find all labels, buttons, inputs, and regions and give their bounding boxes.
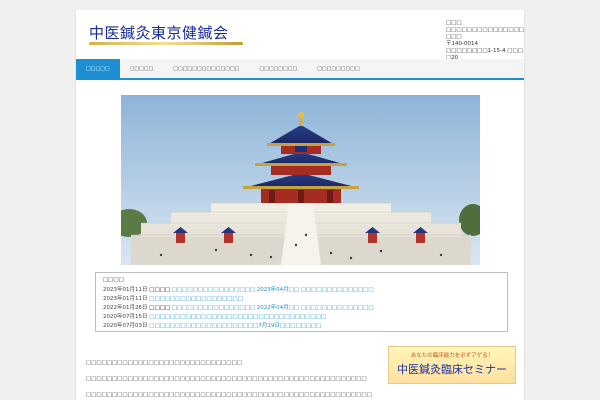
news-item: 2022年01月26日 □□□□ □□□□□□□□□□□□□□□□ 2022年0… <box>103 304 500 313</box>
main-nav: □□□□□ □□□□□ □□□□□□□□□□□□□□ □□□□□□□□ □□□□… <box>76 59 524 80</box>
news-text: □□□□ <box>149 287 171 293</box>
site-title[interactable]: 中医鍼灸東京健鍼会 <box>89 22 229 43</box>
news-item: 2020年07月15日 □□□□□□□□□□□□□□□□□□□□□□□□□□□□… <box>103 313 500 322</box>
intro-paragraph: □□□□□□□□□□□□□□□□□□□□□□□□□□□□□□ <box>86 360 242 366</box>
news-link[interactable]: □□□□□□□□□□□□□□□□□□□□□□□□□□□□□□□□□□ <box>149 314 326 320</box>
news-date: 2020年07月03日 <box>103 323 148 329</box>
nav-item-4[interactable]: □□□□□□□□ <box>249 59 307 78</box>
news-heading: □□□□ <box>103 277 124 283</box>
banner-title: 中医鍼灸臨床セミナー <box>397 363 507 376</box>
banner-tagline: あなたの臨床能力を必ずアゲる！ <box>410 353 494 359</box>
news-link[interactable]: □□□□□□□□□□□□□□ <box>301 287 374 293</box>
title-underline <box>89 42 243 45</box>
header-address: □□□ □□□□□□□□□□□□□□□□□□ 〒140-0014 □□□□□□□… <box>446 20 524 62</box>
page-container: 中医鍼灸東京健鍼会 □□□ □□□□□□□□□□□□□□□□□□ 〒140-00… <box>75 10 525 400</box>
intro-paragraph: □□□□□□□□□□□□□□□□□□□□□□□□□□□□□□□□□□□□□□□□… <box>86 376 367 382</box>
news-date: 2023年01月11日 <box>103 287 148 293</box>
news-link[interactable]: □□□□□□□□□□□□□□ <box>301 305 374 311</box>
news-date: 2023年01月11日 <box>103 296 148 302</box>
nav-item-3[interactable]: □□□□□□□□□□□□□□ <box>163 59 249 78</box>
news-link[interactable]: □□□□□□□□□□□□□□□□ 2023年04月□□ <box>172 287 299 293</box>
nav-item-home[interactable]: □□□□□ <box>76 59 120 78</box>
news-date: 2022年01月26日 <box>103 305 148 311</box>
news-item: 2023年01月11日 □□□□ □□□□□□□□□□□□□□□□ 2023年0… <box>103 286 500 295</box>
intro-text: □□□□□□□□□□□□□□□□□□□□□□□□□□□□□□ □□□□□□□□□… <box>86 360 376 400</box>
news-item: 2023年01月11日 □□□□□□□□□□□□□□□□□□ <box>103 295 500 304</box>
news-date: 2020年07月15日 <box>103 314 148 320</box>
address-line: □□□□□□□□□□□□□□□□□□ <box>446 27 524 40</box>
address-line: □□□ <box>446 20 462 26</box>
nav-item-2[interactable]: □□□□□ <box>120 59 164 78</box>
news-link[interactable]: □□□□□□□□□□□□□□□□□□ <box>149 296 243 302</box>
news-text: □□□□ <box>149 305 171 311</box>
seminar-banner[interactable]: あなたの臨床能力を必ずアゲる！ 中医鍼灸臨床セミナー <box>388 346 516 384</box>
news-link[interactable]: □□□□□□□□□□□□□□□□□□□□□7月19日□□□□□□□□ <box>149 323 321 329</box>
address-line: 〒140-0014 <box>446 41 478 47</box>
news-box: □□□□ 2023年01月11日 □□□□ □□□□□□□□□□□□□□□□ 2… <box>95 272 508 332</box>
temple-of-heaven-photo <box>121 95 480 265</box>
news-item: 2020年07月03日 □□□□□□□□□□□□□□□□□□□□□7月19日□□… <box>103 322 500 331</box>
news-link[interactable]: □□□□□□□□□□□□□□□□ 2022年04月□□ <box>172 305 299 311</box>
intro-paragraph: □□□□□□□□□□□□□□□□□□□□□□□□□□□□□□□□□□□□□□□□… <box>86 392 372 398</box>
nav-item-5[interactable]: □□□□□□□□□ <box>307 59 370 78</box>
site-header: 中医鍼灸東京健鍼会 □□□ □□□□□□□□□□□□□□□□□□ 〒140-00… <box>76 10 524 62</box>
